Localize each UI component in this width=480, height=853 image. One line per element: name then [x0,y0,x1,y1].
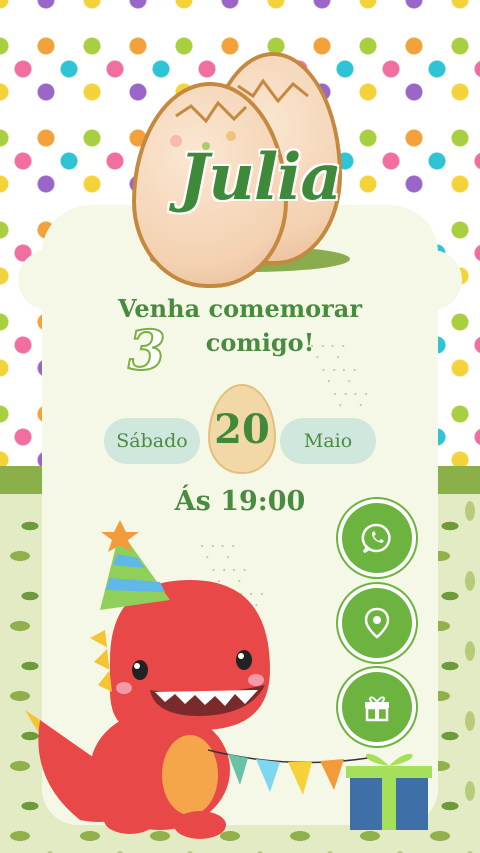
whatsapp-icon [361,523,391,554]
day-number: 20 [214,405,270,453]
month-label: Maio [303,430,353,452]
month-cloud: Maio [280,418,376,464]
bunting-icon [208,749,368,795]
location-button[interactable] [342,588,412,658]
child-name: Julia [179,140,342,215]
gift-icon [365,696,389,722]
present-icon [346,753,432,830]
gift-button[interactable] [342,672,412,742]
weekday-cloud: Sábado [104,418,200,464]
age-number: 3 [127,317,167,383]
party-time: Ás 19:00 [174,486,306,517]
whatsapp-button[interactable] [342,503,412,573]
weekday-label: Sábado [116,430,188,452]
location-pin-icon [364,607,390,639]
footprints-top-icon: ⸪ ⸪ ⸪ ⸪ ⸪ ⸪ [310,342,369,411]
